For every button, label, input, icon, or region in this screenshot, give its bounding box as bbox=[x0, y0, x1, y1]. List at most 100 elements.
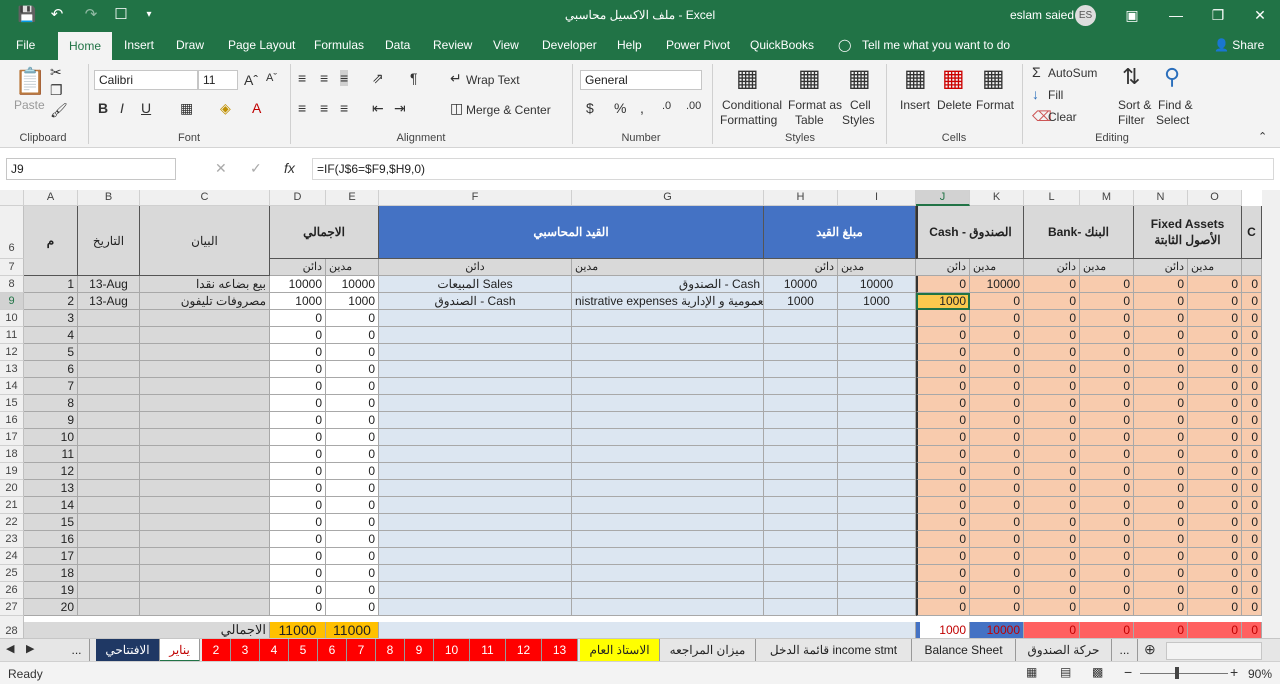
cell-other-9[interactable]: 0 bbox=[1024, 293, 1080, 310]
touch-mode-icon[interactable]: ☐ bbox=[108, 0, 134, 30]
cell-a12[interactable]: 5 bbox=[24, 344, 78, 361]
cell-other-12[interactable]: 0 bbox=[1242, 344, 1262, 361]
cell-i12[interactable] bbox=[838, 344, 916, 361]
tab-file[interactable]: File bbox=[12, 30, 39, 60]
align-left-icon[interactable]: ≡ bbox=[298, 100, 306, 116]
cell-k15[interactable]: 0 bbox=[970, 395, 1024, 412]
cell-other-9[interactable]: 0 bbox=[1188, 293, 1242, 310]
sheet-tab-13[interactable]: 13 bbox=[542, 639, 578, 662]
cell-other-16[interactable]: 0 bbox=[1188, 412, 1242, 429]
cell-j8[interactable]: 0 bbox=[916, 276, 970, 293]
increase-decimal-icon[interactable]: .0 bbox=[662, 100, 671, 112]
cell-k24[interactable]: 0 bbox=[970, 548, 1024, 565]
row-header-12[interactable]: 12 bbox=[0, 344, 24, 361]
cell-a27[interactable]: 20 bbox=[24, 599, 78, 616]
delete-cells-button[interactable]: Delete bbox=[937, 98, 972, 112]
cell-other-18[interactable]: 0 bbox=[1080, 446, 1134, 463]
cell-other-24[interactable]: 0 bbox=[1080, 548, 1134, 565]
cell-c12[interactable] bbox=[140, 344, 270, 361]
lightbulb-icon[interactable]: ◯ bbox=[834, 30, 855, 60]
cell-f11[interactable] bbox=[379, 327, 572, 344]
conditional-formatting-button[interactable]: Conditional bbox=[722, 98, 782, 112]
page-layout-view-icon[interactable]: ▤ bbox=[1060, 665, 1071, 679]
cell-h21[interactable] bbox=[764, 497, 838, 514]
cell-a26[interactable]: 19 bbox=[24, 582, 78, 599]
share-button[interactable]: 👤 Share bbox=[1210, 30, 1268, 60]
cell-i20[interactable] bbox=[838, 480, 916, 497]
cell-d26[interactable]: 0 bbox=[270, 582, 326, 599]
row-header-21[interactable]: 21 bbox=[0, 497, 24, 514]
row-header-6[interactable]: 6 bbox=[0, 206, 24, 259]
cell-other-12[interactable]: 0 bbox=[1080, 344, 1134, 361]
cell-other-22[interactable]: 0 bbox=[1242, 514, 1262, 531]
cell-other-12[interactable]: 0 bbox=[1188, 344, 1242, 361]
tab-data[interactable]: Data bbox=[381, 30, 414, 60]
cell-f26[interactable] bbox=[379, 582, 572, 599]
cell-other-22[interactable]: 0 bbox=[1024, 514, 1080, 531]
cell-other-20[interactable]: 0 bbox=[1242, 480, 1262, 497]
cell-other-26[interactable]: 0 bbox=[1242, 582, 1262, 599]
cell-c19[interactable] bbox=[140, 463, 270, 480]
cell-other-11[interactable]: 0 bbox=[1080, 327, 1134, 344]
cell-b27[interactable] bbox=[78, 599, 140, 616]
cell-c23[interactable] bbox=[140, 531, 270, 548]
cell-i27[interactable] bbox=[838, 599, 916, 616]
sheet-tab-general-ledger[interactable]: الاستاذ العام bbox=[580, 639, 660, 662]
paste-button[interactable]: Paste bbox=[14, 98, 45, 112]
user-name[interactable]: eslam saied bbox=[1010, 0, 1074, 30]
cell-other-14[interactable]: 0 bbox=[1024, 378, 1080, 395]
cell-a19[interactable]: 12 bbox=[24, 463, 78, 480]
conditional-formatting-button-line2[interactable]: Formatting bbox=[720, 113, 777, 127]
cell-d11[interactable]: 0 bbox=[270, 327, 326, 344]
cell-g9[interactable]: nistrative expenses المصروفات العمومية و… bbox=[572, 293, 764, 310]
decrease-font-icon[interactable]: Aˇ bbox=[266, 72, 277, 84]
cell-g23[interactable] bbox=[572, 531, 764, 548]
cell-d23[interactable]: 0 bbox=[270, 531, 326, 548]
row-header-26[interactable]: 26 bbox=[0, 582, 24, 599]
cell-g11[interactable] bbox=[572, 327, 764, 344]
cell-e10[interactable]: 0 bbox=[326, 310, 379, 327]
cell-other-14[interactable]: 0 bbox=[1080, 378, 1134, 395]
conditional-formatting-icon[interactable]: ▦ bbox=[736, 64, 759, 93]
cell-other-17[interactable]: 0 bbox=[1188, 429, 1242, 446]
autosum-button[interactable]: AutoSum bbox=[1048, 66, 1097, 80]
cell-e23[interactable]: 0 bbox=[326, 531, 379, 548]
cell-other-23[interactable]: 0 bbox=[1242, 531, 1262, 548]
tab-home[interactable]: Home bbox=[58, 32, 112, 60]
sheet-tab-balance-sheet[interactable]: Balance Sheet bbox=[912, 639, 1016, 662]
align-center-icon[interactable]: ≡ bbox=[320, 100, 328, 116]
row-header-28[interactable]: 28 bbox=[0, 616, 24, 638]
cell-c27[interactable] bbox=[140, 599, 270, 616]
cell-c8[interactable]: بيع بضاعه نقدا bbox=[140, 276, 270, 293]
cell-h22[interactable] bbox=[764, 514, 838, 531]
column-header-f[interactable]: F bbox=[379, 190, 572, 206]
cell-c9[interactable]: مصروفات تليفون bbox=[140, 293, 270, 310]
font-color-icon[interactable]: A bbox=[252, 100, 261, 116]
cell-other-13[interactable]: 0 bbox=[1242, 361, 1262, 378]
cell-k22[interactable]: 0 bbox=[970, 514, 1024, 531]
cell-j17[interactable]: 0 bbox=[916, 429, 970, 446]
cell-b22[interactable] bbox=[78, 514, 140, 531]
cell-other-27[interactable]: 0 bbox=[1188, 599, 1242, 616]
cell-i14[interactable] bbox=[838, 378, 916, 395]
zoom-in-icon[interactable]: + bbox=[1230, 664, 1238, 680]
align-right-icon[interactable]: ≡ bbox=[340, 100, 348, 116]
cell-d17[interactable]: 0 bbox=[270, 429, 326, 446]
cell-other-19[interactable]: 0 bbox=[1024, 463, 1080, 480]
row-header-22[interactable]: 22 bbox=[0, 514, 24, 531]
cell-e15[interactable]: 0 bbox=[326, 395, 379, 412]
cell-j10[interactable]: 0 bbox=[916, 310, 970, 327]
comma-icon[interactable]: , bbox=[640, 100, 644, 116]
row-header-15[interactable]: 15 bbox=[0, 395, 24, 412]
cell-j20[interactable]: 0 bbox=[916, 480, 970, 497]
cell-e27[interactable]: 0 bbox=[326, 599, 379, 616]
cell-other-27[interactable]: 0 bbox=[1024, 599, 1080, 616]
cell-j21[interactable]: 0 bbox=[916, 497, 970, 514]
cell-f21[interactable] bbox=[379, 497, 572, 514]
cell-k16[interactable]: 0 bbox=[970, 412, 1024, 429]
cell-b9[interactable]: 13-Aug bbox=[78, 293, 140, 310]
copy-icon[interactable]: ❐ bbox=[50, 82, 63, 99]
vertical-scrollbar[interactable] bbox=[1262, 190, 1280, 638]
cell-j14[interactable]: 0 bbox=[916, 378, 970, 395]
insert-function-icon[interactable]: fx bbox=[284, 160, 295, 176]
